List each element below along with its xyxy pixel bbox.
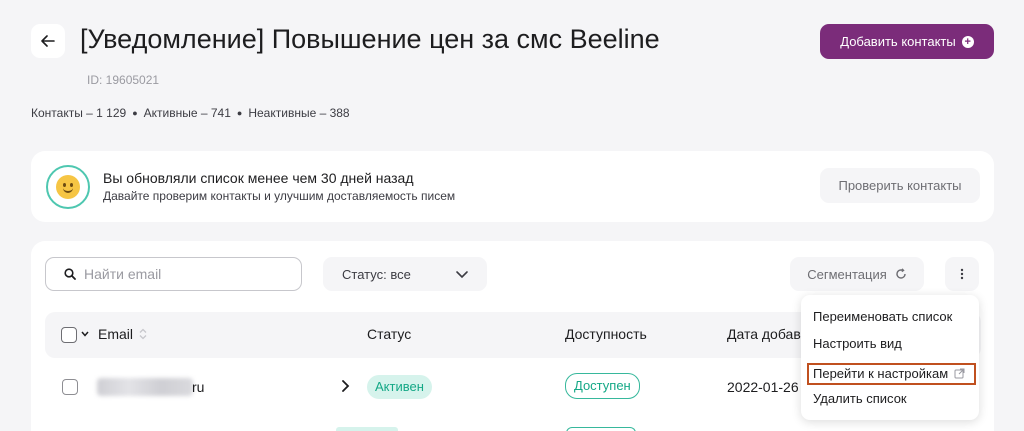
search-icon [64, 268, 76, 280]
page-title: [Уведомление] Повышение цен за смс Beeli… [80, 24, 660, 54]
menu-item-configure-view[interactable]: Настроить вид [813, 336, 902, 351]
menu-item-delete-list[interactable]: Удалить список [813, 391, 907, 406]
availability-badge: Доступен [565, 373, 640, 399]
status-filter-label: Статус: все [342, 266, 411, 282]
segmentation-button[interactable]: Сегментация [790, 257, 924, 291]
plus-circle-icon: + [961, 35, 974, 48]
contact-stats: Контакты – 1 129 ● Активные – 741 ● Неак… [31, 106, 350, 120]
search-input[interactable] [84, 266, 284, 282]
stat-contacts: Контакты – 1 129 [31, 106, 127, 120]
menu-item-go-to-settings-label: Перейти к настройкам [813, 366, 949, 381]
segmentation-label: Сегментация [807, 266, 887, 282]
separator-dot: ● [236, 108, 243, 118]
banner-title: Вы обновляли список менее чем 30 дней на… [103, 170, 414, 186]
arrow-left-icon [41, 35, 55, 47]
email-suffix: ru [192, 379, 205, 395]
column-date[interactable]: Дата добав [727, 326, 801, 342]
refresh-icon [896, 268, 906, 279]
status-badge: Активен [367, 375, 432, 399]
column-status[interactable]: Статус [367, 326, 411, 342]
sort-icon[interactable] [139, 328, 147, 340]
separator-dot: ● [132, 108, 138, 118]
email-redacted [97, 378, 193, 396]
row-checkbox[interactable] [62, 379, 78, 395]
smile-icon [46, 165, 90, 209]
chevron-down-icon [456, 271, 468, 279]
back-button[interactable] [31, 24, 65, 58]
add-contacts-button[interactable]: Добавить контакты + [820, 24, 994, 59]
list-id: ID: 19605021 [87, 73, 160, 87]
list-options-menu: Переименовать список Настроить вид Перей… [801, 295, 979, 420]
column-availability[interactable]: Доступность [565, 326, 647, 342]
menu-item-go-to-settings[interactable]: Перейти к настройкам [807, 363, 976, 385]
column-email[interactable]: Email [98, 326, 133, 342]
menu-item-rename[interactable]: Переименовать список [813, 309, 952, 324]
check-contacts-button[interactable]: Проверить контакты [820, 168, 980, 203]
date-added: 2022-01-26 [727, 379, 799, 395]
chevron-right-icon[interactable] [341, 379, 351, 393]
availability-badge-partial [566, 427, 636, 431]
stat-active: Активные – 741 [143, 106, 231, 120]
add-contacts-label: Добавить контакты [840, 34, 956, 49]
more-vertical-icon [960, 268, 964, 280]
more-options-button[interactable] [945, 257, 979, 291]
external-link-icon [954, 368, 965, 379]
update-banner: Вы обновляли список менее чем 30 дней на… [31, 151, 994, 222]
stat-inactive: Неактивные – 388 [248, 106, 350, 120]
chevron-down-icon[interactable] [80, 329, 90, 339]
banner-subtitle: Давайте проверим контакты и улучшим дост… [103, 189, 456, 203]
status-badge-partial [336, 427, 398, 431]
status-filter-select[interactable]: Статус: все [323, 257, 487, 291]
select-all-checkbox[interactable] [61, 327, 77, 343]
search-box[interactable] [45, 257, 302, 291]
